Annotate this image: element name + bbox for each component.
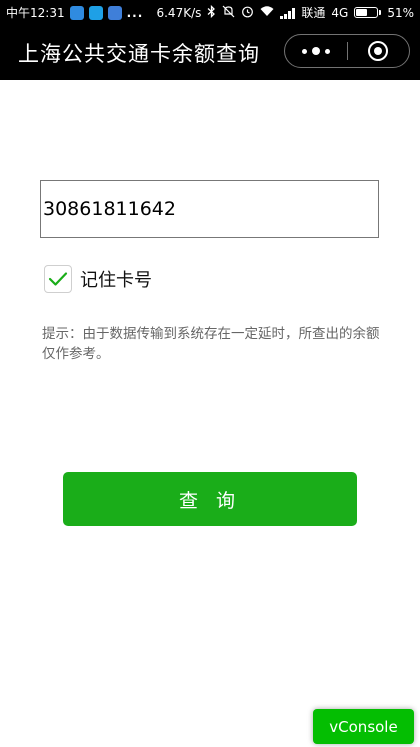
mute-icon [222, 5, 235, 21]
status-bar-left: 中午12:31 ... [6, 4, 143, 21]
status-more: ... [126, 5, 144, 20]
signal-icon [280, 7, 296, 19]
battery-icon [354, 7, 382, 18]
alarm-icon [241, 5, 254, 21]
remember-label: 记住卡号 [80, 270, 152, 291]
page-title: 上海公共交通卡余额查询 [18, 42, 260, 66]
carrier-label: 联通 [301, 6, 326, 20]
network-type: 4G [331, 5, 349, 20]
more-dots-icon [301, 47, 330, 55]
remember-checkbox[interactable] [44, 265, 72, 293]
title-bar: 上海公共交通卡余额查询 [0, 24, 420, 80]
app-icon [107, 5, 122, 20]
close-target-icon [368, 41, 389, 61]
checkmark-icon [48, 272, 68, 286]
vconsole-button[interactable]: vConsole [313, 709, 414, 744]
bluetooth-icon [207, 4, 216, 21]
hint-text: 提示：由于数据传输到系统存在一定延时，所查出的余额仅作参考。 [42, 326, 380, 362]
battery-percent: 51% [387, 5, 414, 20]
status-bar: 中午12:31 ... 6.47K/s 联通 4G 51% [0, 0, 420, 24]
wifi-icon [260, 5, 274, 20]
more-button[interactable] [285, 35, 347, 67]
remember-card-option[interactable]: 记住卡号 [44, 265, 152, 293]
query-button[interactable]: 查 询 [63, 472, 357, 526]
network-speed: 6.47K/s [156, 5, 202, 20]
screen: 中午12:31 ... 6.47K/s 联通 4G 51% 上海公共交通卡余额查… [0, 0, 420, 747]
navigation-app-icon [69, 5, 84, 20]
close-button[interactable] [348, 35, 410, 67]
mini-program-capsule [284, 34, 410, 68]
status-bar-right: 6.47K/s 联通 4G 51% [156, 4, 414, 21]
card-number-input[interactable] [40, 180, 379, 238]
app-icon [88, 5, 103, 20]
status-time: 中午12:31 [6, 6, 65, 20]
